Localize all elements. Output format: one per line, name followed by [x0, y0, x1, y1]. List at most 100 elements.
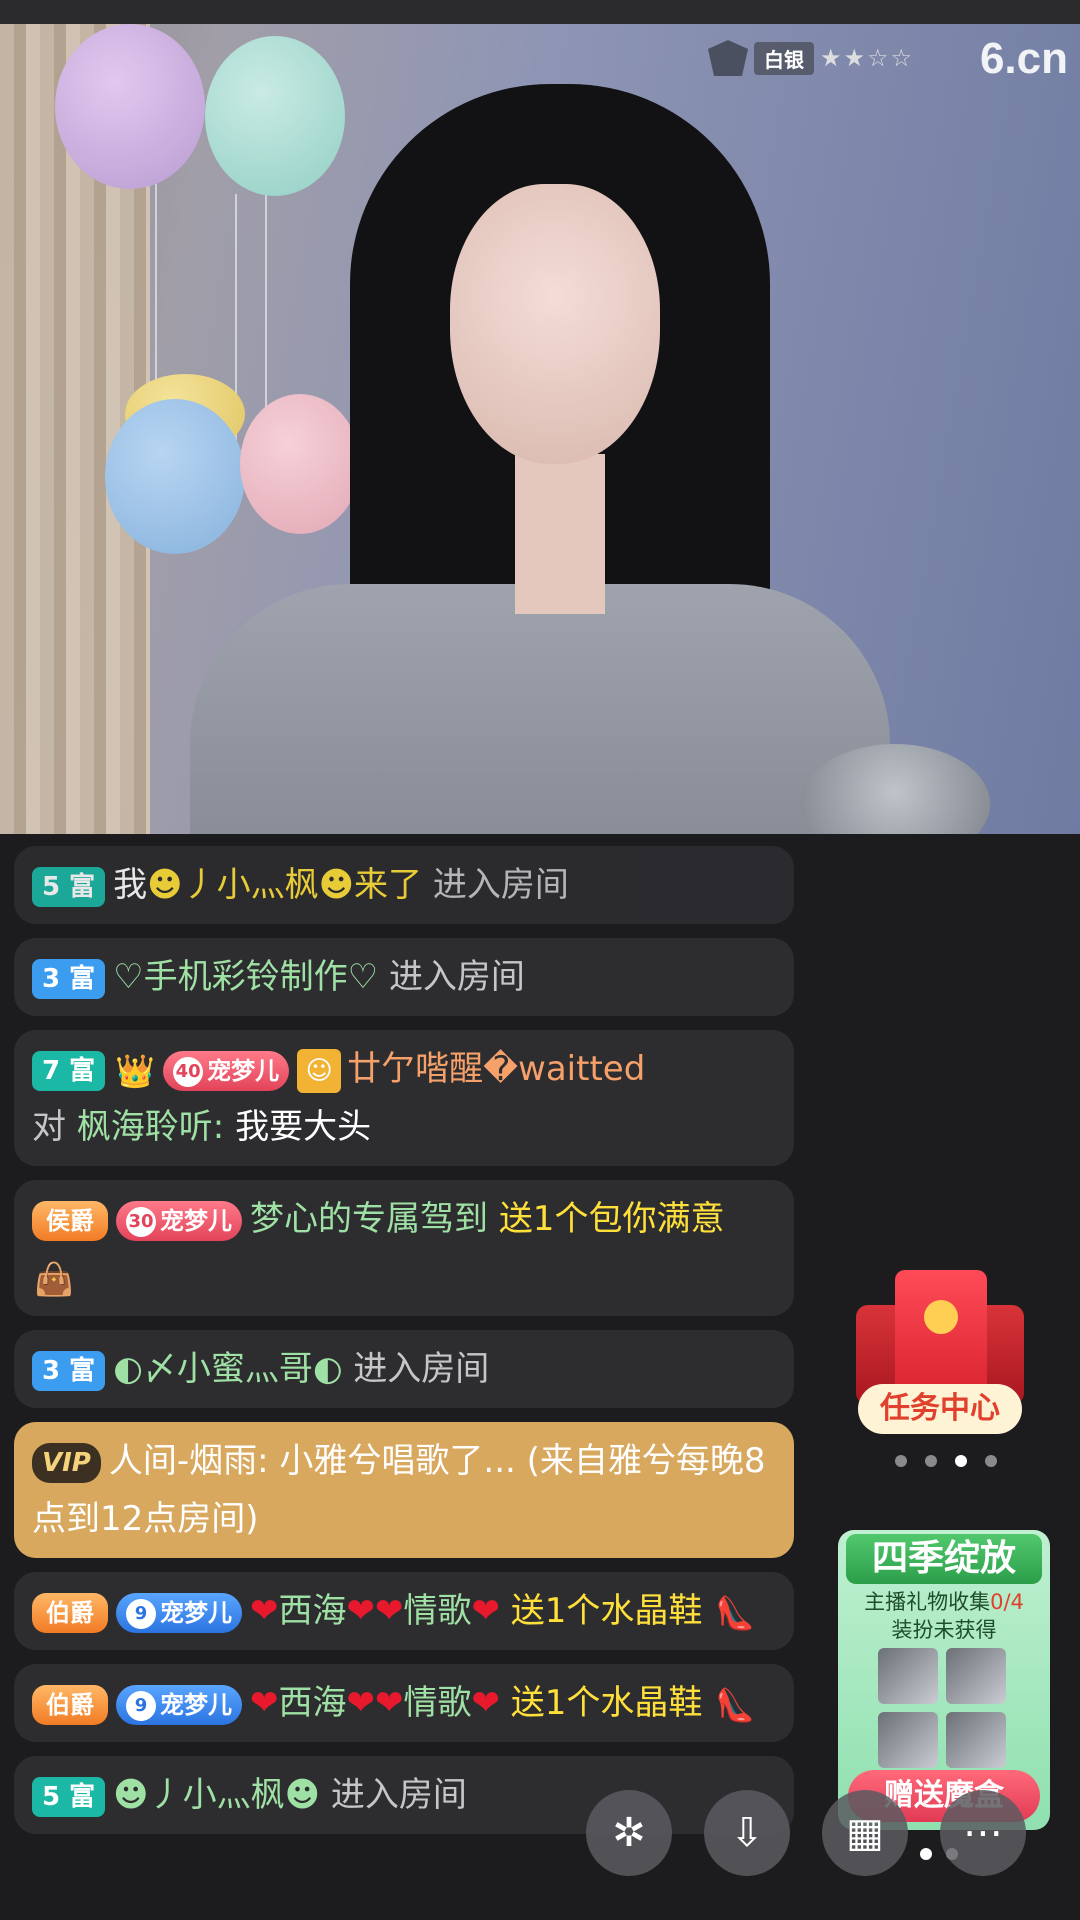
- crown-icon: 👑: [115, 1051, 156, 1090]
- heart-icon: ❤: [471, 1683, 500, 1723]
- streamer-body: [190, 584, 890, 834]
- gift-thumbnail: [878, 1648, 938, 1704]
- live-video[interactable]: 白银 ★★☆☆ 6.cn: [0, 24, 1080, 834]
- crystal-shoe-gift-icon: 👠: [715, 1593, 756, 1632]
- balloon: [205, 36, 345, 196]
- user-name[interactable]: ◐〆小蜜灬哥◐: [113, 1349, 342, 1389]
- fan-club-badge: 9 宠梦儿: [116, 1684, 242, 1725]
- chat-prefix: 我: [113, 865, 148, 905]
- fan-club-name: 宠梦儿: [160, 1690, 232, 1719]
- fan-level: 30: [126, 1206, 156, 1237]
- fan-club-name: 宠梦儿: [160, 1598, 232, 1627]
- season-sub-text: 主播礼物收集: [864, 1590, 991, 1614]
- pagination-dot[interactable]: [925, 1455, 937, 1467]
- fan-club-badge: 40 宠梦儿: [163, 1050, 290, 1091]
- noble-badge: 伯爵: [32, 1684, 108, 1725]
- more-button[interactable]: ⋯: [940, 1790, 1026, 1876]
- anchor-rank-badge[interactable]: 白银 ★★☆☆: [708, 40, 914, 76]
- user-name-part: 情歌: [403, 1591, 472, 1631]
- fan-level: 9: [126, 1690, 156, 1721]
- user-name[interactable]: ☻丿小灬枫☻: [113, 1775, 320, 1815]
- chat-message: 侯爵 30 宠梦儿 梦心的专属驾到 送1个包你满意 👜: [14, 1180, 794, 1316]
- fan-level: 9: [126, 1598, 156, 1629]
- user-name[interactable]: 梦心的专属驾到: [250, 1199, 488, 1239]
- season-title: 四季绽放: [846, 1534, 1042, 1584]
- noble-badge: 伯爵: [32, 1592, 108, 1633]
- balloon: [240, 394, 360, 534]
- rich-level-badge: 5 富: [32, 1776, 106, 1817]
- enter-room-text: 进入房间: [432, 865, 569, 905]
- pagination-dot: [946, 1848, 958, 1860]
- user-avatar-icon: ☺: [297, 1048, 342, 1093]
- user-name[interactable]: ♡手机彩铃制作♡: [113, 957, 378, 997]
- task-center-label: 任务中心: [858, 1384, 1022, 1434]
- chat-message: 伯爵 9 宠梦儿 ❤西海❤❤情歌❤ 送1个水晶鞋 👠: [14, 1572, 794, 1650]
- red-envelope-icon: [895, 1270, 987, 1400]
- season-subtitle: 主播礼物收集0/4 装扮未获得: [838, 1588, 1050, 1644]
- heart-icon: ❤: [250, 1683, 279, 1723]
- user-name[interactable]: ☻丿小灬枫☻来了: [147, 865, 422, 905]
- chat-message: 3 富 ◐〆小蜜灬哥◐ 进入房间: [14, 1330, 794, 1408]
- chat-message: 3 富 ♡手机彩铃制作♡ 进入房间: [14, 938, 794, 1016]
- fab-pagination: [920, 1848, 958, 1860]
- crystal-shoe-gift-icon: 👠: [715, 1685, 756, 1724]
- site-logo: 6.cn: [979, 34, 1068, 83]
- fan-club-badge: 9 宠梦儿: [116, 1592, 242, 1633]
- user-name[interactable]: 廿亇喈醒�waitted: [347, 1049, 645, 1089]
- season-event-banner[interactable]: 四季绽放 主播礼物收集0/4 装扮未获得 赠送魔盒: [838, 1530, 1050, 1830]
- rank-shield-icon: [708, 40, 748, 76]
- rich-level-badge: 3 富: [32, 1350, 106, 1391]
- gift-text: 送1个水晶鞋: [510, 1591, 703, 1631]
- balloon: [55, 24, 205, 189]
- enter-room-text: 进入房间: [353, 1349, 490, 1389]
- pagination-dot-active[interactable]: [955, 1455, 967, 1467]
- banner-pagination: [895, 1455, 997, 1467]
- to-text: 对: [32, 1107, 66, 1147]
- heart-icon: ❤: [250, 1591, 279, 1631]
- balloon: [105, 399, 245, 554]
- fan-level: 40: [173, 1056, 204, 1087]
- heart-icon: ❤❤: [346, 1683, 404, 1723]
- user-name-part: 西海: [278, 1591, 347, 1631]
- more-icon: ⋯: [963, 1810, 1003, 1856]
- streamer-face: [450, 184, 660, 464]
- chat-message: 7 富 👑 40 宠梦儿 ☺ 廿亇喈醒�waitted 对 枫海聆听: 我要大头: [14, 1030, 794, 1166]
- rank-stars: ★★☆☆: [820, 44, 915, 72]
- balloon-string: [265, 194, 267, 434]
- target-user[interactable]: 枫海聆听:: [77, 1107, 224, 1147]
- rich-level-badge: 3 富: [32, 958, 106, 999]
- grid-icon: ▦: [846, 1810, 884, 1856]
- season-status-text: 装扮未获得: [891, 1618, 997, 1642]
- pagination-dot[interactable]: [895, 1455, 907, 1467]
- chat-list[interactable]: 5 富我☻丿小灬枫☻来了 进入房间 3 富 ♡手机彩铃制作♡ 进入房间 7 富 👑 4…: [14, 846, 794, 1848]
- heart-icon: ❤: [471, 1591, 500, 1631]
- fan-club-name: 宠梦儿: [160, 1206, 232, 1235]
- enter-room-text: 进入房间: [388, 957, 525, 997]
- chat-message: 5 富我☻丿小灬枫☻来了 进入房间: [14, 846, 794, 924]
- fan-club-badge: 30 宠梦儿: [116, 1200, 242, 1241]
- user-name[interactable]: ❤西海❤❤情歌❤: [250, 1683, 500, 1723]
- gift-thumbnail: [946, 1648, 1006, 1704]
- chat-text: 我要大头: [235, 1107, 372, 1147]
- grid-menu-button[interactable]: ▦: [822, 1790, 908, 1876]
- pagination-dot[interactable]: [985, 1455, 997, 1467]
- rank-label: 白银: [754, 41, 814, 75]
- vip-message[interactable]: VIP 人间-烟雨: 小雅兮唱歌了... (来自雅兮每晚8点到12点房间): [14, 1422, 794, 1558]
- gift-thumbnail: [946, 1712, 1006, 1768]
- user-name[interactable]: ❤西海❤❤情歌❤: [250, 1591, 500, 1631]
- vip-badge: VIP: [32, 1442, 101, 1483]
- gift-text: 送1个包你满意: [498, 1199, 725, 1239]
- task-center-button[interactable]: 任务中心: [850, 1270, 1030, 1440]
- chat-message: 5 富 ☻丿小灬枫☻ 进入房间: [14, 1756, 794, 1834]
- fan-club-name: 宠梦儿: [207, 1056, 280, 1085]
- rich-level-badge: 5 富: [32, 866, 106, 907]
- download-button[interactable]: ⇩: [704, 1790, 790, 1876]
- effects-button[interactable]: ✲: [586, 1790, 672, 1876]
- user-name-part: 情歌: [403, 1683, 472, 1723]
- vip-text: 人间-烟雨: 小雅兮唱歌了... (来自雅兮每晚8点到12点房间): [32, 1441, 766, 1539]
- pagination-dot-active: [920, 1848, 932, 1860]
- rich-level-badge: 7 富: [32, 1050, 106, 1091]
- noble-badge: 侯爵: [32, 1200, 108, 1241]
- season-gift-grid: [878, 1648, 1010, 1768]
- status-bar: [0, 0, 1080, 24]
